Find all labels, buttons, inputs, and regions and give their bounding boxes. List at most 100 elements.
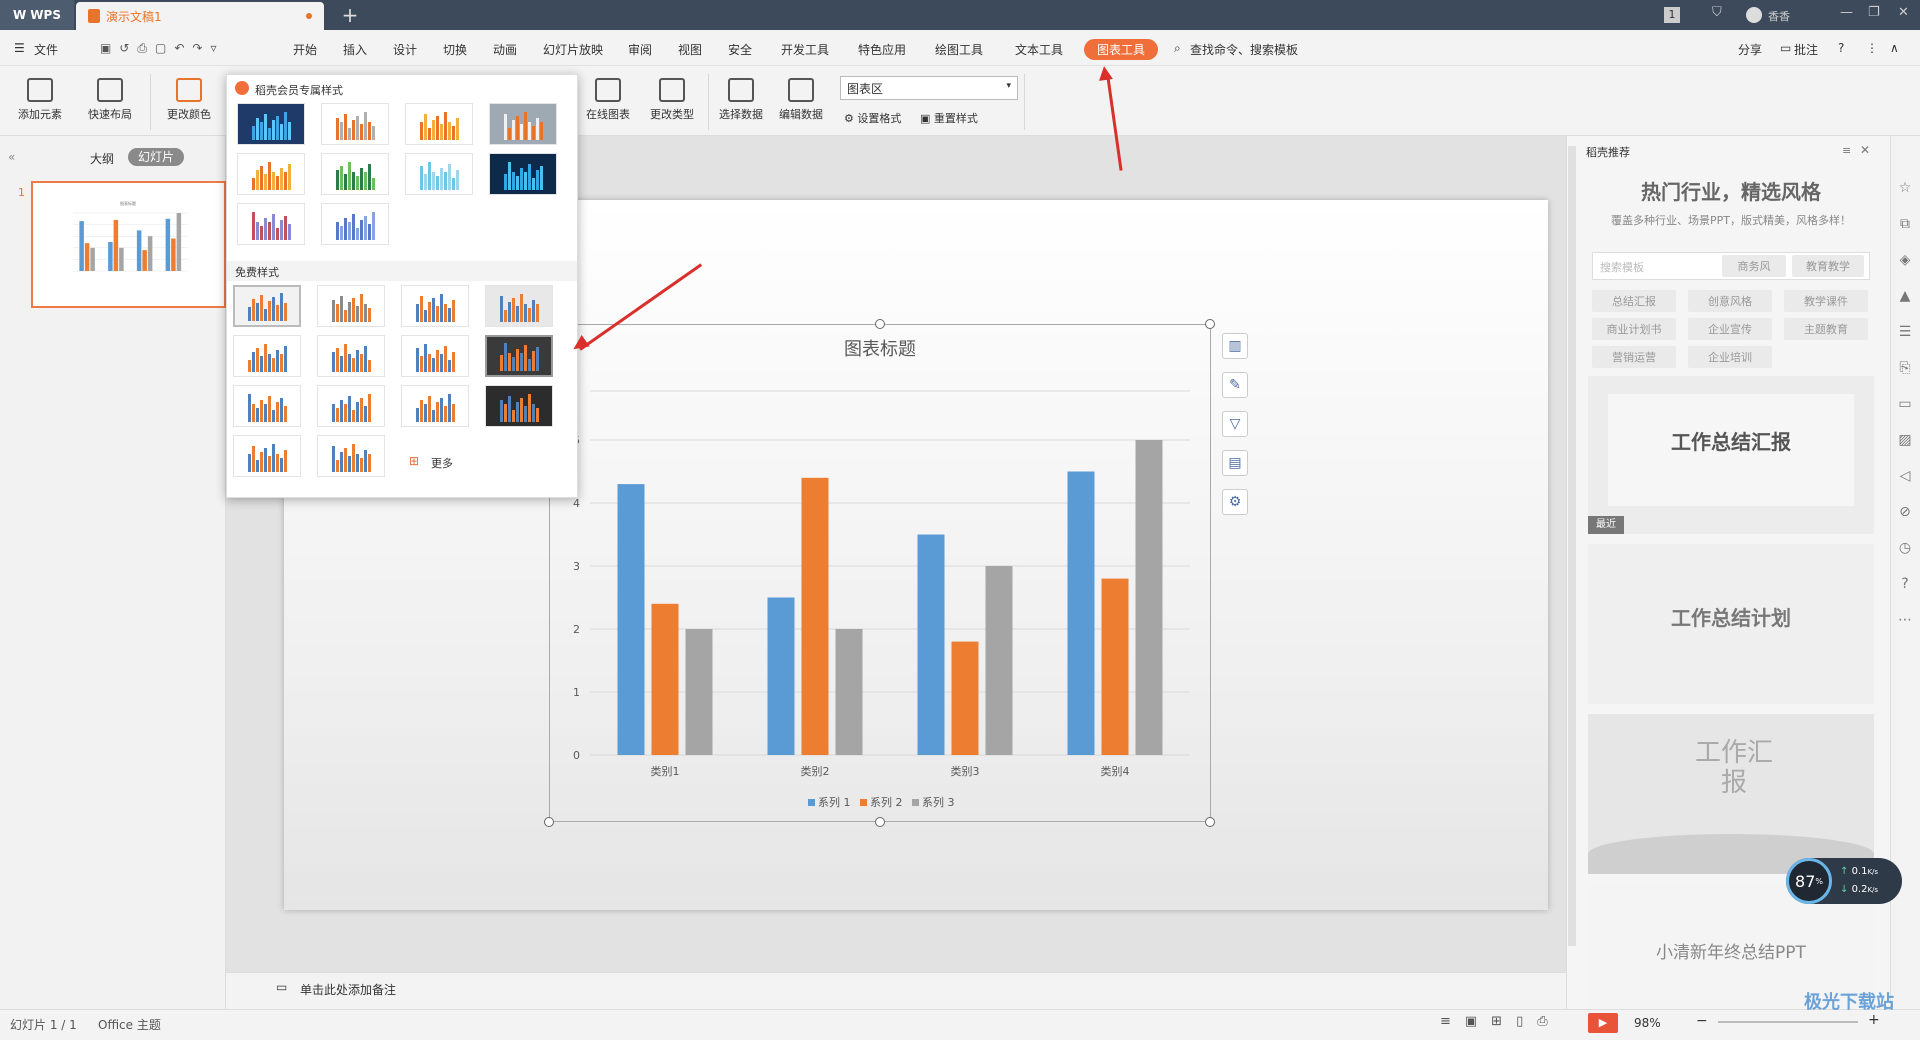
add-element-button[interactable]: 添加元素 [12,78,68,122]
chart-filter-button[interactable]: ▽ [1222,411,1248,437]
tag-business-plan[interactable]: 商业计划书 [1592,318,1676,340]
member-style-thumbnail[interactable] [405,103,473,145]
bar[interactable] [985,566,1013,755]
template-card[interactable]: 工作总结计划 [1588,544,1874,704]
more-styles-link[interactable]: 更多 [431,455,453,471]
member-style-thumbnail[interactable] [237,203,305,245]
skin-icon[interactable]: ⛉ [1712,5,1722,20]
chart-style-button[interactable]: ✎ [1222,372,1248,398]
free-style-thumbnail[interactable] [233,435,301,477]
set-format-button[interactable]: ⚙ 设置格式 [844,110,901,126]
bar[interactable] [1067,471,1095,756]
bar[interactable] [1101,578,1129,755]
user-name[interactable]: 香香 [1768,8,1790,24]
free-style-thumbnail[interactable] [401,285,469,327]
play-slideshow-button[interactable]: ▶ [1588,1013,1618,1033]
free-style-thumbnail[interactable] [317,435,385,477]
chart-settings-button[interactable]: ⚙ [1222,489,1248,515]
free-style-thumbnail[interactable] [233,335,301,377]
panel-menu-icon[interactable]: ≡ [1842,144,1851,157]
close-icon[interactable]: ✕ [1898,5,1909,20]
zoom-out-icon[interactable]: − [1696,1013,1708,1029]
share-button[interactable]: 分享 [1738,41,1762,58]
panel-header[interactable]: 稻壳推荐 [1586,144,1630,160]
tab-slideshow[interactable]: 幻灯片放映 [543,41,603,58]
free-style-thumbnail[interactable] [401,385,469,427]
tab-design[interactable]: 设计 [393,41,417,58]
change-type-button[interactable]: 更改类型 [644,78,700,122]
online-chart-button[interactable]: 在线图表 [578,78,638,122]
free-style-thumbnail[interactable] [233,385,301,427]
tag-courseware[interactable]: 教学课件 [1784,290,1868,312]
file-menu[interactable]: 文件 [34,41,58,58]
free-style-thumbnail[interactable] [317,285,385,327]
command-search[interactable]: 查找命令、搜索模板 [1190,41,1298,58]
tab-animation[interactable]: 动画 [493,41,517,58]
right-tool-icons[interactable]: ☆ ⧉ ◈ ▲ ☰ ⎘ ▭ ▨ ◁ ⊘ ◷? ⋯ [1896,170,1914,638]
member-style-thumbnail[interactable] [237,153,305,195]
bar[interactable] [835,629,863,755]
tag-promotion[interactable]: 企业宣传 [1688,318,1772,340]
tab-view[interactable]: 视图 [678,41,702,58]
tab-special-apps[interactable]: 特色应用 [858,41,906,58]
chart-frame[interactable]: 图表标题 012345 类别1类别2类别3类别4 系列 1系列 2系列 3 [549,324,1211,822]
free-style-thumbnail[interactable] [401,335,469,377]
view-mode-icons[interactable]: ≡▣⊞▯⎙ [1440,1014,1562,1029]
member-style-thumbnail[interactable] [321,203,389,245]
select-data-button[interactable]: 选择数据 [714,78,768,122]
panel-close-icon[interactable]: ✕ [1860,143,1870,157]
bar-chart[interactable]: 图表标题 012345 类别1类别2类别3类别4 系列 1系列 2系列 3 [550,325,1210,821]
network-speed-widget[interactable]: 87% ↑ 0.1K/s ↓ 0.2K/s [1786,858,1902,904]
restore-icon[interactable]: ❐ [1868,5,1880,20]
zoom-slider[interactable] [1718,1021,1858,1023]
template-card[interactable]: 工作总结汇报 最近 [1588,376,1874,534]
comment-icon[interactable]: ▭ [1780,41,1791,55]
chart-title[interactable]: 图表标题 [844,339,916,360]
user-avatar[interactable] [1746,7,1762,23]
tag-creative[interactable]: 创意风格 [1688,290,1772,312]
bar[interactable] [767,597,795,756]
tab-transition[interactable]: 切换 [443,41,467,58]
bar[interactable] [951,641,979,755]
minimize-icon[interactable]: — [1840,5,1853,20]
tab-home[interactable]: 开始 [293,41,317,58]
free-style-thumbnail[interactable] [485,335,553,377]
tab-insert[interactable]: 插入 [343,41,367,58]
search-icon[interactable]: ⌕ [1174,41,1181,56]
tag-training[interactable]: 企业培训 [1688,346,1772,368]
more-styles-icon[interactable]: ⊞ [409,454,419,468]
resize-handle[interactable] [875,319,885,329]
chart-legend[interactable]: 系列 1 系列 2 系列 3 [808,795,955,809]
more-icon[interactable]: ⋮ [1866,41,1878,55]
tag-theme-education[interactable]: 主题教育 [1784,318,1868,340]
tag-business[interactable]: 商务风 [1722,255,1786,277]
free-style-thumbnail[interactable] [485,385,553,427]
tab-security[interactable]: 安全 [728,41,752,58]
bar[interactable] [801,477,829,755]
tag-marketing[interactable]: 营销运营 [1592,346,1676,368]
tag-summary[interactable]: 总结汇报 [1592,290,1676,312]
resize-handle[interactable] [1205,319,1215,329]
help-icon[interactable]: ? [1838,41,1844,55]
chart-layout-button[interactable]: ▤ [1222,450,1248,476]
comment-button[interactable]: 批注 [1794,41,1818,58]
legend-label[interactable]: 系列 2 [870,795,903,809]
member-style-thumbnail[interactable] [237,103,305,145]
edit-data-button[interactable]: 编辑数据 [774,78,828,122]
template-card[interactable]: 工作汇报 [1588,714,1874,874]
quick-layout-button[interactable]: 快速布局 [80,78,140,122]
tab-developer[interactable]: 开发工具 [781,41,829,58]
wps-home-tab[interactable]: W WPS [0,0,74,30]
member-style-thumbnail[interactable] [321,103,389,145]
resize-handle[interactable] [1205,817,1215,827]
free-style-thumbnail[interactable] [317,335,385,377]
outline-tab[interactable]: 大纲 [90,150,114,167]
bar[interactable] [685,629,713,755]
chart-element-select[interactable]: 图表区 ▾ [840,76,1018,100]
legend-label[interactable]: 系列 3 [922,795,955,809]
slide-thumbnail[interactable]: 图表标题 [31,181,226,308]
notes-bar[interactable] [226,972,1566,1009]
resize-handle[interactable] [544,817,554,827]
free-style-thumbnail[interactable] [485,285,553,327]
bar[interactable] [651,603,679,755]
